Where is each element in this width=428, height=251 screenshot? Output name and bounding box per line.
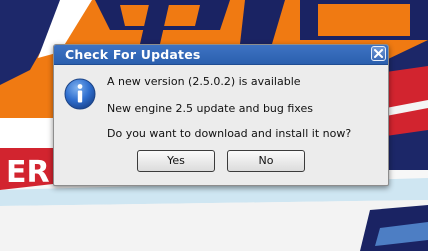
- close-icon: [374, 49, 383, 58]
- version-message: A new version (2.5.0.2) is available: [107, 75, 301, 88]
- close-button[interactable]: [371, 46, 386, 61]
- update-notes: New engine 2.5 update and bug fixes: [107, 102, 313, 115]
- banner-text: ER: [6, 155, 50, 190]
- no-button[interactable]: No: [227, 150, 305, 172]
- yes-button[interactable]: Yes: [137, 150, 215, 172]
- dialog-title: Check For Updates: [65, 47, 201, 62]
- dialog-titlebar[interactable]: Check For Updates: [54, 45, 388, 65]
- install-question: Do you want to download and install it n…: [107, 127, 352, 140]
- update-dialog: Check For Updates A new version (2.5.0.2…: [53, 44, 389, 186]
- info-icon: [64, 78, 96, 110]
